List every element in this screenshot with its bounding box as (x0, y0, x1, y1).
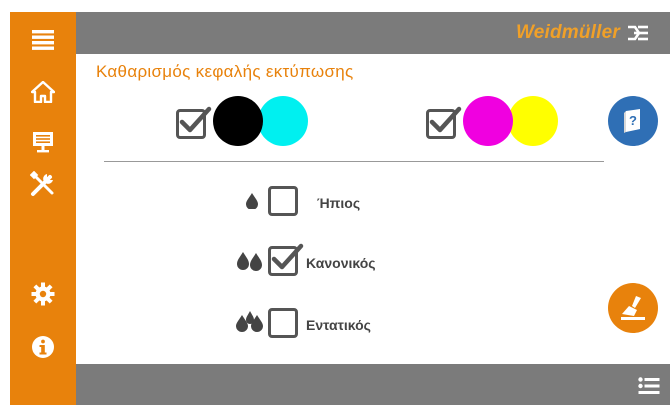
list-icon[interactable] (638, 377, 660, 395)
magenta-ink-dot (463, 96, 513, 146)
help-button[interactable]: ? (608, 96, 658, 146)
gear-icon (31, 282, 55, 306)
checkmark-icon (271, 243, 304, 270)
sidebar-item-monitor[interactable] (10, 122, 76, 162)
weidmuller-logo-icon (628, 25, 648, 41)
yellow-ink-dot (508, 96, 558, 146)
info-icon (32, 336, 54, 358)
double-drop-icon (237, 252, 262, 271)
page-title: Καθαρισμός κεφαλής εκτύπωσης (96, 62, 354, 81)
home-icon (31, 81, 55, 103)
monitor-icon (33, 132, 53, 153)
top-bar: Weidmüller (76, 12, 670, 54)
checkmark-icon (429, 106, 462, 133)
black-ink-dot (213, 96, 263, 146)
single-drop-icon (246, 193, 258, 209)
option-mild-label: Ήπιος (317, 195, 361, 211)
section-divider (104, 161, 604, 162)
brand-name: Weidmüller (515, 22, 620, 43)
sidebar-item-info[interactable] (10, 327, 76, 367)
svg-text:?: ? (629, 113, 637, 128)
option-normal-checkbox[interactable] (268, 243, 304, 276)
menu-icon (32, 30, 54, 50)
sidebar (10, 12, 76, 405)
option-intensive-checkbox[interactable] (268, 308, 298, 338)
help-book-icon: ? (624, 109, 640, 133)
cartridge-magenta-yellow-checkbox[interactable] (426, 106, 462, 139)
sidebar-item-settings[interactable] (10, 274, 76, 314)
sidebar-item-tools[interactable] (10, 164, 76, 204)
bottom-bar (76, 364, 670, 405)
brand-logo: Weidmüller (516, 22, 650, 44)
option-normal-label: Κανονικός (306, 255, 376, 271)
option-intensive-label: Εντατικός (306, 317, 371, 333)
sidebar-item-home[interactable] (10, 72, 76, 112)
brush-cleaning-icon (621, 296, 645, 320)
left-margin (0, 0, 10, 405)
cyan-ink-dot (258, 96, 308, 146)
tools-icon (30, 171, 54, 196)
cartridge-black-cyan-checkbox[interactable] (176, 106, 212, 139)
triple-drop-icon (236, 311, 263, 332)
option-mild-checkbox[interactable] (268, 186, 298, 216)
checkmark-icon (179, 106, 212, 133)
start-cleaning-button[interactable] (608, 283, 658, 333)
sidebar-item-menu[interactable] (10, 20, 76, 60)
